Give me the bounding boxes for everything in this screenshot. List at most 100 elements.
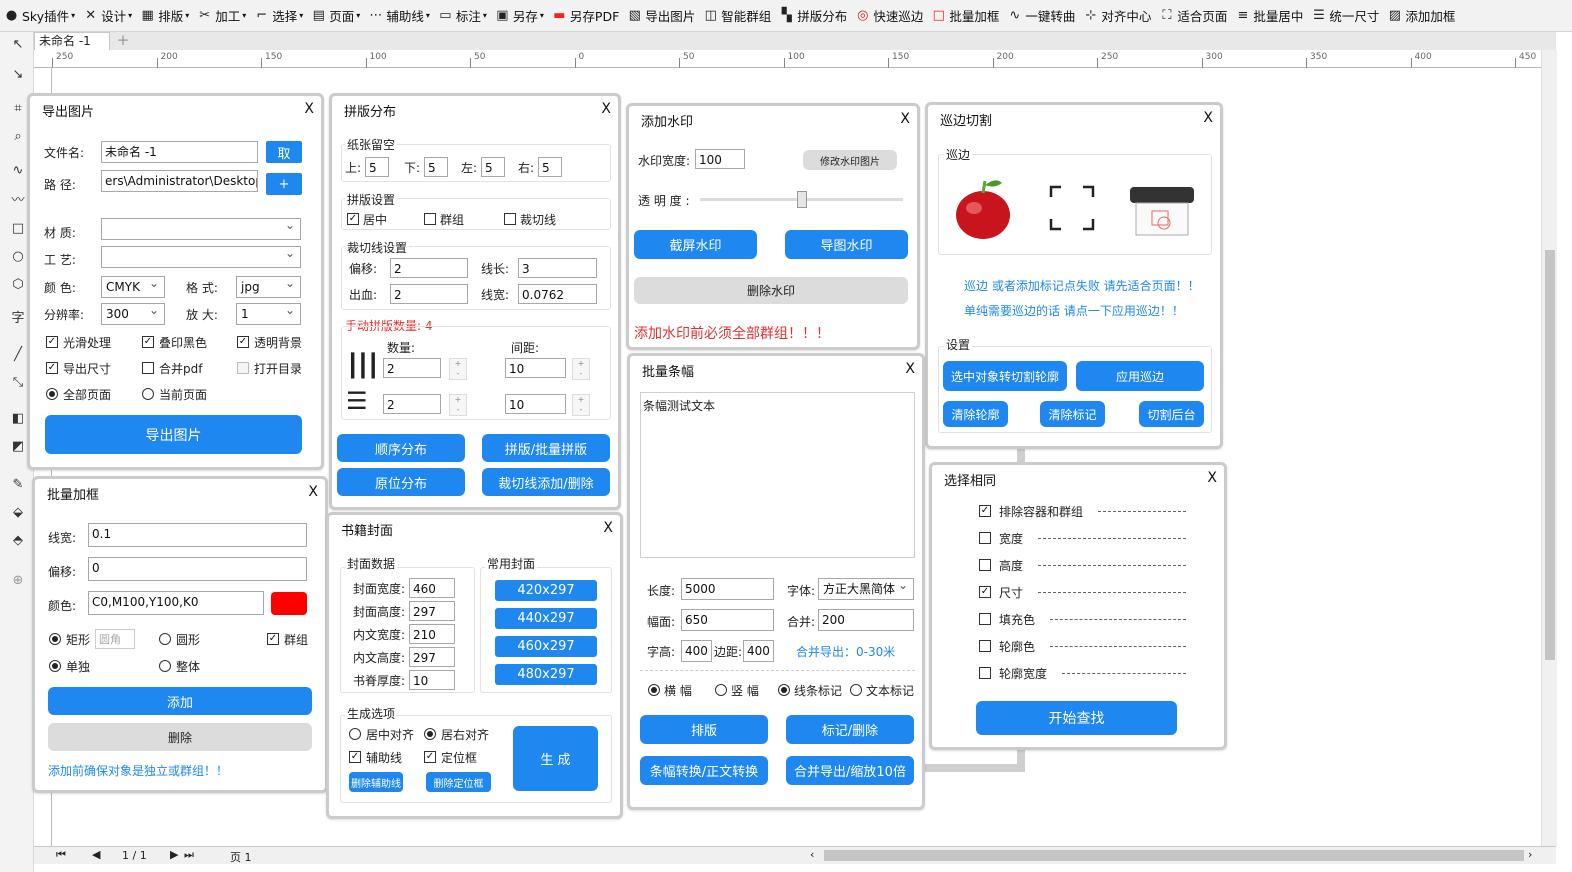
similar-criterion-checkbox[interactable] <box>979 640 991 652</box>
transparency-tool-icon[interactable]: ◩ <box>9 438 27 456</box>
delete-watermark-button[interactable]: 删除水印 <box>634 277 908 304</box>
cover-size-button[interactable]: 440x297 <box>495 608 597 629</box>
close-icon[interactable]: X <box>905 361 915 377</box>
similar-criterion-checkbox[interactable] <box>979 559 991 571</box>
banner-merge-input[interactable]: 200 <box>818 609 914 631</box>
cut-length-input[interactable]: 3 <box>518 258 597 278</box>
add-tool-icon[interactable]: ⊕ <box>9 572 27 590</box>
row-gap-spinner[interactable]: + - <box>572 394 590 416</box>
toolbar-item[interactable]: ▤ 页面 ▾ <box>307 1 364 31</box>
delete-guides-button[interactable]: 删除辅助线 <box>349 772 403 792</box>
curve-tool-icon[interactable]: 〰 <box>9 192 27 210</box>
scroll-right-icon[interactable]: › <box>1528 848 1532 861</box>
cover-size-button[interactable]: 460x297 <box>495 636 597 657</box>
inner-width-input[interactable]: 210 <box>409 624 455 644</box>
apply-contour-button[interactable]: 应用巡边 <box>1076 361 1204 391</box>
spine-input[interactable]: 10 <box>409 670 455 690</box>
mark-delete-button[interactable]: 标记/删除 <box>786 715 914 744</box>
text-mark-radio[interactable] <box>850 684 862 696</box>
whole-radio[interactable] <box>159 660 171 672</box>
row-gap-input[interactable]: 10 <box>505 394 566 414</box>
zoom-tool-icon[interactable]: ⌕ <box>9 128 27 146</box>
vertical-scroll-thumb[interactable] <box>1545 250 1555 660</box>
cover-size-button[interactable]: 480x297 <box>495 664 597 685</box>
toolbar-item[interactable]: ◎ 快速巡边 <box>851 1 927 31</box>
shadow-tool-icon[interactable]: ◧ <box>9 410 27 428</box>
current-page-radio[interactable] <box>142 388 154 400</box>
guides-checkbox[interactable]: ✓ <box>349 751 361 763</box>
document-tab[interactable]: 未命名 -1 <box>34 32 110 50</box>
path-input[interactable]: ers\Administrator\Desktop <box>101 170 258 192</box>
cut-offset-input[interactable]: 2 <box>390 258 468 278</box>
vertical-scrollbar[interactable] <box>1541 50 1557 846</box>
similar-criterion-checkbox[interactable]: ✓ <box>979 505 991 517</box>
similar-criterion-checkbox[interactable]: ✓ <box>979 586 991 598</box>
cover-width-input[interactable]: 460 <box>409 578 455 598</box>
export-size-checkbox[interactable]: ✓ <box>46 362 58 374</box>
frame-offset-input[interactable]: 0 <box>88 557 307 581</box>
rectangle-tool-icon[interactable]: □ <box>9 220 27 238</box>
single-radio[interactable] <box>49 660 61 672</box>
toolbar-item[interactable]: ▭ 标注 ▾ <box>434 1 491 31</box>
banner-margin-input[interactable]: 400 <box>743 640 774 662</box>
filename-input[interactable]: 未命名 -1 <box>101 141 258 163</box>
toolbar-item[interactable]: ✕ 设计 ▾ <box>79 1 136 31</box>
column-gap-spinner[interactable]: + - <box>572 358 590 380</box>
image-watermark-button[interactable]: 导图水印 <box>785 230 908 259</box>
rectangle-radio[interactable] <box>49 633 61 645</box>
craft-select[interactable] <box>101 243 301 268</box>
opacity-slider-thumb[interactable] <box>796 191 807 208</box>
screen-watermark-button[interactable]: 截屏水印 <box>634 230 757 259</box>
toolbar-item[interactable]: ▣ 另存 ▾ <box>491 1 548 31</box>
center-checkbox[interactable]: ✓ <box>347 213 359 225</box>
delete-frame-button[interactable]: 删除 <box>48 723 312 751</box>
change-watermark-image-button[interactable]: 修改水印图片 <box>803 150 897 170</box>
row-count-spinner[interactable]: + - <box>449 394 467 416</box>
add-frame-button[interactable]: 添加 <box>48 687 312 715</box>
shape-tool-icon[interactable]: ↘ <box>9 66 27 84</box>
toolbar-item[interactable]: ⊹ 对齐中心 <box>1079 1 1155 31</box>
similar-criterion-checkbox[interactable] <box>979 613 991 625</box>
zoom-select[interactable]: 1 <box>236 300 301 325</box>
cutline-add-remove-button[interactable]: 裁切线添加/删除 <box>482 468 610 496</box>
first-page-icon[interactable]: ⏮ <box>56 848 66 862</box>
group-checkbox[interactable] <box>424 213 436 225</box>
corner-radius-input[interactable]: 圆角 <box>95 629 135 649</box>
toolbar-item[interactable]: ∿ 一键转曲 <box>1003 1 1079 31</box>
column-count-input[interactable]: 2 <box>383 358 441 378</box>
line-tool-icon[interactable]: ╱ <box>9 346 27 364</box>
circle-radio[interactable] <box>159 633 171 645</box>
center-align-radio[interactable] <box>349 728 361 740</box>
close-icon[interactable]: X <box>308 484 318 500</box>
margin-left-input[interactable]: 5 <box>481 157 505 177</box>
toolbar-item[interactable]: ▬ 另存PDF <box>548 1 623 31</box>
column-gap-input[interactable]: 10 <box>505 358 566 378</box>
clear-marks-button[interactable]: 清除标记 <box>1040 401 1105 427</box>
start-search-button[interactable]: 开始查找 <box>976 701 1177 735</box>
material-select[interactable] <box>101 215 301 240</box>
right-align-radio[interactable] <box>424 728 436 740</box>
font-select[interactable]: 方正大黑简体 <box>818 575 914 600</box>
format-select[interactable]: jpg <box>236 273 301 298</box>
toolbar-item[interactable]: ▦ 排版 ▾ <box>136 1 193 31</box>
watermark-width-input[interactable]: 100 <box>695 149 745 169</box>
margin-bottom-input[interactable]: 5 <box>424 157 448 177</box>
prev-page-icon[interactable]: ◀ <box>92 848 100 861</box>
color-swatch[interactable] <box>271 592 307 615</box>
browse-path-button[interactable]: + <box>266 173 302 195</box>
row-count-input[interactable]: 2 <box>383 394 441 414</box>
banner-width-input[interactable]: 650 <box>681 609 774 631</box>
convert-to-cut-outline-button[interactable]: 选中对象转切割轮廓 <box>943 361 1067 391</box>
close-icon[interactable]: X <box>900 111 910 127</box>
last-page-icon[interactable]: ⏭ <box>184 848 194 862</box>
next-page-icon[interactable]: ▶ <box>170 848 178 861</box>
eyedropper-tool-icon[interactable]: ✎ <box>9 476 27 494</box>
toolbar-item[interactable]: ◫ 智能群组 <box>699 1 775 31</box>
bleed-input[interactable]: 2 <box>390 284 468 304</box>
margin-top-input[interactable]: 5 <box>365 157 389 177</box>
horizontal-radio[interactable] <box>648 684 660 696</box>
toolbar-item[interactable]: ● Sky插件 ▾ <box>0 1 79 31</box>
close-icon[interactable]: X <box>603 520 613 536</box>
clear-outline-button[interactable]: 清除轮廓 <box>943 401 1008 427</box>
cover-size-button[interactable]: 420x297 <box>495 580 597 601</box>
